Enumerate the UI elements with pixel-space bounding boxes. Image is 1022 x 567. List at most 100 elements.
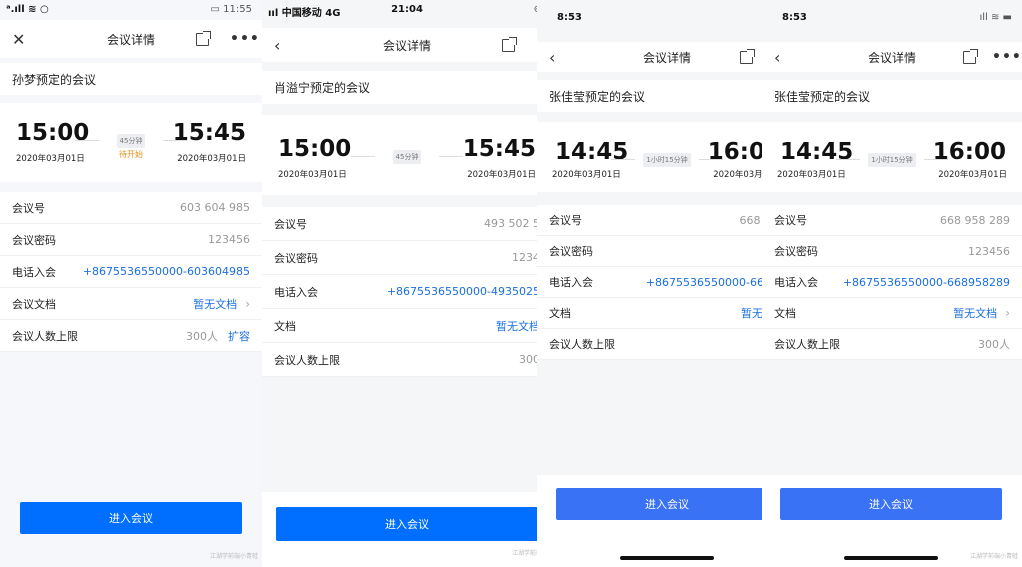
row-label: 文档 [549, 307, 571, 320]
expand-capacity-link[interactable]: 扩容 [228, 328, 250, 344]
duration-badge: 1小时15分钟 [643, 153, 691, 167]
row-label: 电话入会 [774, 276, 818, 289]
bottom-area [0, 380, 262, 567]
row-label: 会议密码 [12, 233, 56, 247]
join-meeting-button[interactable]: 进入会议 [556, 488, 762, 520]
end-time: 16:00 [707, 139, 762, 165]
status-left: 8:53 [557, 12, 582, 23]
start-time: 15:00 [278, 136, 352, 162]
info-row: 会议人数上限 300人 [762, 329, 1022, 360]
row-value: 603 604 985 [180, 201, 250, 214]
phone-screen: 8:53 ıll ≋ ▬ ‹ 会议详情 ••• 张佳莹预定的会议 14:45 2020年03月… [762, 0, 1022, 567]
back-icon[interactable]: ‹ [274, 36, 280, 55]
info-row: 会议号 603 604 985 [0, 192, 262, 224]
meeting-state: 待开始 [119, 150, 143, 159]
row-label: 会议密码 [274, 251, 318, 265]
divider-line [75, 140, 99, 141]
row-value[interactable]: +8675536550000-4935025 [387, 285, 537, 298]
info-row: 会议号 668 958 [537, 205, 762, 236]
info-row[interactable]: 文档 暂无文档 [537, 298, 762, 329]
row-value[interactable]: +8675536550000-668958289 [843, 276, 1010, 289]
meeting-title: 张佳莹预定的会议 [762, 80, 1022, 112]
back-icon[interactable]: ‹ [549, 48, 555, 67]
home-indicator[interactable] [620, 556, 714, 560]
row-label: 电话入会 [12, 265, 56, 279]
info-row: 会议号 493 502 5 [262, 207, 537, 241]
row-label: 电话入会 [274, 285, 318, 299]
page-title: 会议详情 [867, 50, 916, 65]
divider-line [163, 140, 187, 141]
row-value[interactable]: 暂无文档 [496, 318, 537, 334]
row-value[interactable]: +8675536550000-603604985 [83, 265, 250, 278]
watermark: 江湖学前端小青蛙 [969, 553, 1018, 560]
divider-line [699, 159, 723, 160]
screen-content: ııl 中国移动 4G21:04⊕‹会议详情肖溢宁预定的会议15:002020年… [262, 0, 537, 567]
phone-screen: ııl 中国移动 4G21:04⊕‹会议详情肖溢宁预定的会议15:002020年… [262, 0, 537, 567]
divider-line [351, 156, 375, 157]
info-row[interactable]: 文档 暂无文档 [262, 309, 537, 343]
meeting-title: 张佳莹预定的会议 [537, 80, 762, 112]
duration-badge: 1小时15分钟 [868, 153, 916, 167]
end-time: 15:45 [172, 120, 246, 146]
row-value[interactable]: 暂无文档 [741, 305, 762, 321]
share-icon[interactable] [196, 30, 211, 46]
status-right: ıll ≋ ▬ [979, 12, 1012, 23]
start-date: 2020年03月01日 [278, 170, 347, 180]
end-time: 15:45 [462, 136, 536, 162]
close-icon[interactable]: ✕ [12, 30, 25, 49]
join-meeting-button[interactable]: 进入会议 [276, 507, 537, 541]
end-time: 16:00 [932, 139, 1006, 165]
row-value[interactable]: 暂无文档 [953, 305, 997, 321]
divider-line [439, 156, 463, 157]
phone-screen: ᵃ.ıll ≋ ○ ▭ 11:55 ✕ 会议详情 ••• 孙梦预定的会议 15:00 2020… [0, 0, 262, 567]
duration-badge: 45分钟 [392, 150, 422, 164]
row-label: 文档 [274, 319, 296, 333]
back-icon[interactable]: ‹ [774, 48, 780, 67]
join-meeting-button[interactable]: 进入会议 [20, 502, 242, 534]
end-date: 2020年03月01日 [467, 170, 536, 180]
info-row: 会议密码 123456 [0, 224, 262, 256]
row-value: 300 [519, 353, 537, 366]
time-block: 15:00 2020年03月01日 15:45 2020年03月01日 45分钟 待开始 [0, 103, 262, 182]
row-value[interactable]: 暂无文档 [193, 296, 237, 312]
info-row: 会议密码 1234 [262, 241, 537, 275]
meeting-title: 肖溢宁预定的会议 [262, 71, 537, 104]
watermark: 江湖学前端小 [511, 550, 537, 557]
duration-badge: 45分钟 [116, 134, 146, 148]
row-label: 会议人数上限 [12, 329, 78, 343]
info-row[interactable]: 电话入会 +8675536550000-66895 [537, 267, 762, 298]
info-row[interactable]: 电话入会 +8675536550000-4935025 [262, 275, 537, 309]
time-block: 14:45 2020年03月01日 16:00 2020年03月01日 1小时15分钟 [762, 122, 1022, 192]
status-time: 21:04 [391, 4, 423, 15]
info-row[interactable]: 电话入会 +8675536550000-668958289 [762, 267, 1022, 298]
share-icon[interactable] [502, 36, 517, 52]
row-label: 会议人数上限 [774, 338, 840, 351]
more-icon[interactable]: ••• [992, 49, 1022, 65]
row-label: 会议号 [549, 214, 582, 227]
time-block: 14:45 2020年03月01日 16:00 2020年03月01日 1小时15分钟 [537, 122, 762, 192]
home-indicator[interactable] [844, 556, 938, 560]
row-value[interactable]: +8675536550000-66895 [646, 276, 762, 289]
share-icon[interactable] [963, 48, 978, 64]
status-left: 8:53 [782, 12, 807, 23]
status-right: ▭ 11:55 [210, 4, 252, 15]
join-meeting-button[interactable]: 进入会议 [780, 488, 1002, 520]
row-label: 会议号 [274, 217, 307, 231]
share-icon[interactable] [740, 48, 755, 64]
row-value: 493 502 5 [484, 217, 537, 230]
time-block: 15:00 2020年03月01日 15:45 2020年03月01日 45分钟 [262, 115, 537, 195]
info-row[interactable]: 文档 暂无文档 › [762, 298, 1022, 329]
info-row[interactable]: 电话入会 +8675536550000-603604985 [0, 256, 262, 288]
start-time: 14:45 [780, 139, 854, 165]
row-label: 会议人数上限 [549, 338, 615, 351]
info-row: 会议人数上限3 [537, 329, 762, 360]
divider-line [611, 159, 635, 160]
more-icon[interactable]: ••• [230, 31, 260, 47]
divider-line [924, 159, 948, 160]
start-time: 15:00 [16, 120, 90, 146]
row-label: 会议号 [12, 201, 45, 215]
page-title: 会议详情 [382, 38, 431, 53]
info-row: 会议号 668 958 289 [762, 205, 1022, 236]
info-row: 会议人数上限 300人 扩容 [0, 320, 262, 352]
info-row[interactable]: 会议文档 暂无文档 › [0, 288, 262, 320]
